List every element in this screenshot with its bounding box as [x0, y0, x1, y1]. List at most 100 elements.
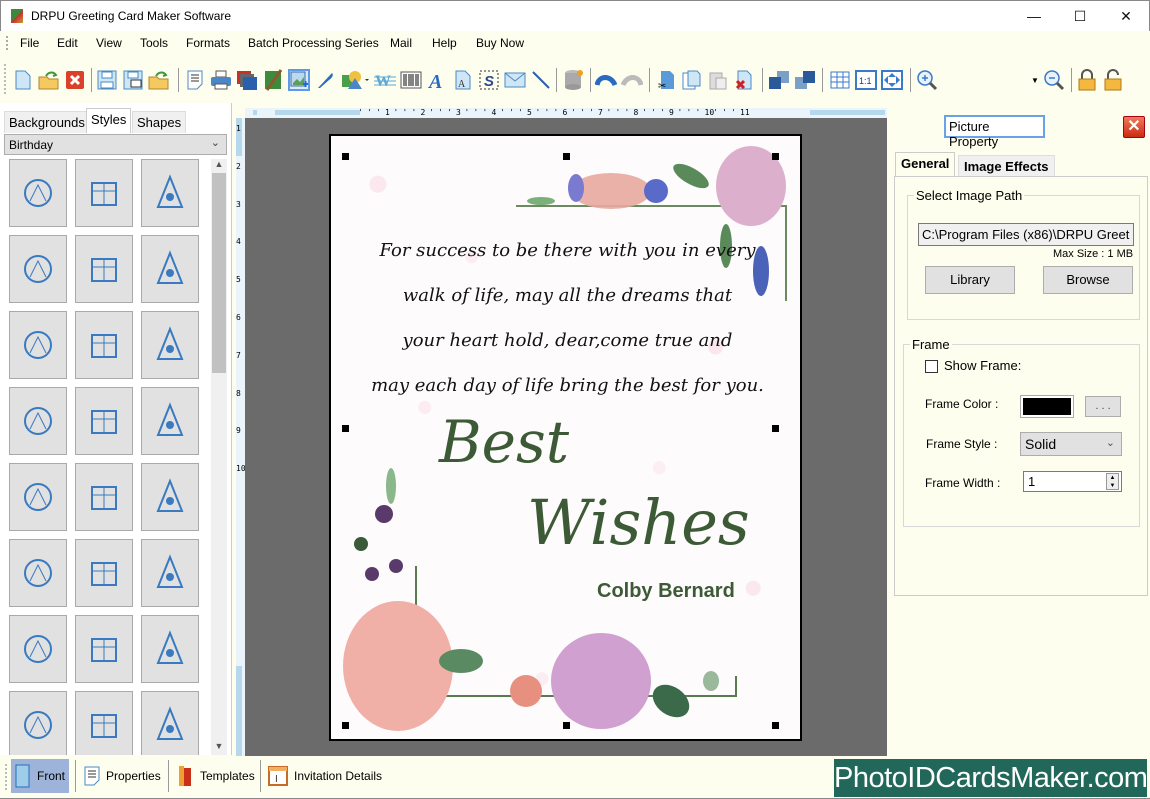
- style-thumbnail-birthday-cake[interactable]: [9, 615, 67, 683]
- scroll-down-icon[interactable]: ▼: [211, 741, 227, 755]
- print-icon[interactable]: [210, 69, 232, 91]
- export-icon[interactable]: [148, 69, 170, 91]
- selection-handle[interactable]: [342, 153, 349, 160]
- style-thumbnail-tall-cake[interactable]: [141, 387, 199, 455]
- verse-line-4[interactable]: may each day of life bring the best for …: [331, 375, 800, 396]
- style-thumbnail-party-hats[interactable]: [141, 159, 199, 227]
- actual-size-icon[interactable]: 1:1: [855, 69, 877, 91]
- style-thumbnail-clown[interactable]: [141, 463, 199, 531]
- style-thumbnail-balloon[interactable]: [75, 463, 133, 531]
- menu-view[interactable]: View: [96, 36, 122, 50]
- show-frame-checkbox[interactable]: [925, 360, 938, 373]
- fit-window-icon[interactable]: [881, 69, 903, 91]
- selection-handle[interactable]: [563, 722, 570, 729]
- frame-color-swatch[interactable]: [1020, 395, 1074, 418]
- bring-front-icon[interactable]: [768, 69, 790, 91]
- scroll-thumb[interactable]: [212, 173, 226, 373]
- style-thumbnail-gifts[interactable]: [75, 235, 133, 303]
- tab-image-effects[interactable]: Image Effects: [958, 155, 1055, 177]
- style-thumbnail-couple-with-cake[interactable]: [141, 691, 199, 755]
- save-as-icon[interactable]: [122, 69, 144, 91]
- line-icon[interactable]: [530, 69, 552, 91]
- menu-help[interactable]: Help: [432, 36, 457, 50]
- spinner-arrows-icon[interactable]: ▲ ▼: [1106, 473, 1119, 490]
- selection-handle[interactable]: [342, 722, 349, 729]
- selection-handle[interactable]: [772, 425, 779, 432]
- close-file-icon[interactable]: [64, 69, 86, 91]
- send-back-icon[interactable]: [794, 69, 816, 91]
- grid-icon[interactable]: [829, 69, 851, 91]
- minimize-button[interactable]: —: [1011, 1, 1057, 31]
- brand-banner[interactable]: PhotoIDCardsMaker.com: [834, 759, 1148, 797]
- paste-icon[interactable]: [707, 69, 729, 91]
- menu-edit[interactable]: Edit: [57, 36, 78, 50]
- invitation-details-button[interactable]: I Invitation Details: [264, 759, 386, 793]
- thumbnail-scrollbar[interactable]: ▲ ▼: [211, 159, 227, 755]
- style-thumbnail-presents-pile[interactable]: [75, 691, 133, 755]
- symbol-icon[interactable]: S: [478, 69, 500, 91]
- style-thumbnail-kids-with-gift[interactable]: [75, 539, 133, 607]
- selection-handle[interactable]: [772, 153, 779, 160]
- mail-icon[interactable]: [504, 69, 526, 91]
- verse-line-2[interactable]: walk of life, may all the dreams that: [331, 285, 800, 306]
- selection-handle[interactable]: [772, 722, 779, 729]
- copy-icon[interactable]: [681, 69, 703, 91]
- print-batch-icon[interactable]: [236, 69, 258, 91]
- text-icon[interactable]: A: [426, 69, 448, 91]
- cut-icon[interactable]: ✂: [655, 69, 677, 91]
- zoom-out-icon[interactable]: [1043, 69, 1065, 91]
- close-panel-icon[interactable]: ✕: [1123, 116, 1145, 138]
- zoom-in-icon[interactable]: [916, 69, 938, 91]
- style-thumbnail-kid-with-cake[interactable]: [9, 539, 67, 607]
- top-floral-image[interactable]: [516, 146, 801, 301]
- library-button[interactable]: Library: [925, 266, 1015, 294]
- zoom-dropdown-arrow[interactable]: ▼: [1030, 69, 1040, 91]
- style-thumbnail-teddy-drum[interactable]: [141, 311, 199, 379]
- wordart-icon[interactable]: W: [374, 69, 396, 91]
- lock-icon[interactable]: [1076, 69, 1098, 91]
- properties-icon[interactable]: [184, 69, 206, 91]
- menu-buy-now[interactable]: Buy Now: [476, 36, 524, 50]
- barcode-icon[interactable]: [400, 69, 422, 91]
- frame-width-spinner[interactable]: 1 ▲ ▼: [1023, 471, 1122, 492]
- browse-button[interactable]: Browse: [1043, 266, 1133, 294]
- insert-image-icon[interactable]: [288, 69, 310, 91]
- signature-icon[interactable]: [314, 69, 336, 91]
- verse-line-1[interactable]: For success to be there with you in ever…: [331, 240, 800, 261]
- style-thumbnail-sailboat-toys[interactable]: [9, 311, 67, 379]
- style-thumbnail-balloons-confetti[interactable]: [75, 387, 133, 455]
- style-thumbnail-gift-box[interactable]: [141, 235, 199, 303]
- menu-mail[interactable]: Mail: [390, 36, 412, 50]
- style-thumbnail-party-horn[interactable]: [9, 159, 67, 227]
- style-thumbnail-doll-toys[interactable]: [75, 311, 133, 379]
- greeting-card[interactable]: For success to be there with you in ever…: [329, 134, 802, 741]
- background-icon[interactable]: [262, 69, 284, 91]
- selection-handle[interactable]: [342, 425, 349, 432]
- menu-file[interactable]: File: [20, 36, 39, 50]
- style-thumbnail-party-character[interactable]: [141, 615, 199, 683]
- style-thumbnail-happy-birthday-cake[interactable]: [9, 235, 67, 303]
- style-thumbnail-candles[interactable]: [75, 159, 133, 227]
- unlock-icon[interactable]: [1102, 69, 1124, 91]
- bottom-floral-image[interactable]: [336, 466, 756, 736]
- properties-button[interactable]: Properties: [80, 759, 165, 793]
- front-button[interactable]: Front: [11, 759, 70, 793]
- templates-button[interactable]: Templates: [174, 759, 259, 793]
- tab-shapes[interactable]: Shapes: [132, 111, 187, 133]
- maximize-button[interactable]: ☐: [1057, 1, 1103, 31]
- style-thumbnail-party-kid[interactable]: [9, 387, 67, 455]
- close-button[interactable]: ✕: [1103, 1, 1149, 31]
- category-select[interactable]: Birthday ⌄: [4, 134, 227, 155]
- redo-icon[interactable]: [621, 69, 643, 91]
- image-path-input[interactable]: C:\Program Files (x86)\DRPU Greet: [918, 223, 1134, 246]
- database-icon[interactable]: [563, 69, 585, 91]
- new-icon[interactable]: [12, 69, 34, 91]
- verse-line-3[interactable]: your heart hold, dear,come true and: [331, 330, 800, 351]
- menu-tools[interactable]: Tools: [140, 36, 168, 50]
- text-box-icon[interactable]: A: [452, 69, 474, 91]
- style-thumbnail-cupcake[interactable]: [141, 539, 199, 607]
- menu-formats[interactable]: Formats: [186, 36, 230, 50]
- save-icon[interactable]: [96, 69, 118, 91]
- shapes-icon[interactable]: [340, 69, 370, 91]
- tab-styles[interactable]: Styles: [86, 108, 132, 133]
